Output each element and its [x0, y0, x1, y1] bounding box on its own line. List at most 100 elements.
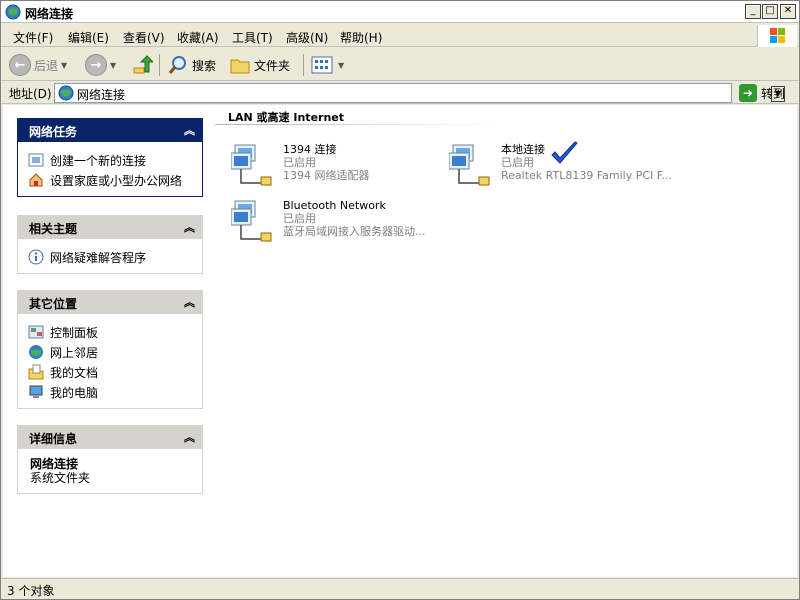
folders-button[interactable]: 文件夹 — [229, 52, 290, 78]
control-panel-icon — [28, 325, 44, 339]
details-panel: 详细信息 ︽ 网络连接 系统文件夹 — [17, 425, 203, 494]
connection-name: Bluetooth Network — [283, 199, 386, 212]
window-title: 网络连接 — [25, 7, 74, 21]
info-icon — [28, 249, 44, 265]
toolbar-separator — [303, 54, 304, 76]
place-my-documents[interactable]: 我的文档 — [28, 362, 196, 382]
panel-title: 相关主题 — [29, 222, 78, 236]
section-divider — [215, 124, 499, 125]
connection-device: Realtek RTL8139 Family PCI F... — [501, 169, 672, 182]
panel-title: 网络任务 — [29, 125, 78, 139]
task-label: 网上邻居 — [50, 345, 99, 360]
menu-file[interactable]: 文件(F) — [13, 29, 53, 46]
status-bar: 3 个对象 — [1, 578, 799, 599]
details-name: 网络连接 — [30, 457, 79, 471]
maximize-button[interactable]: □ — [762, 4, 778, 19]
folder-icon — [230, 59, 250, 74]
task-label: 网络疑难解答程序 — [50, 250, 147, 265]
task-label: 控制面板 — [50, 325, 99, 340]
close-button[interactable]: ✕ — [780, 4, 796, 19]
menu-help[interactable]: 帮助(H) — [340, 29, 382, 46]
task-label: 设置家庭或小型办公网络 — [50, 173, 183, 188]
network-globe-icon — [5, 4, 21, 20]
go-arrow-icon: ➜ — [739, 84, 757, 102]
address-value: 网络连接 — [77, 88, 126, 102]
task-troubleshooter[interactable]: 网络疑难解答程序 — [28, 247, 196, 267]
dropdown-arrow-icon[interactable]: ▼ — [110, 61, 116, 70]
network-globe-icon — [58, 85, 74, 101]
task-label: 我的电脑 — [50, 385, 99, 400]
menu-tools[interactable]: 工具(T) — [232, 29, 273, 46]
search-icon — [168, 56, 186, 74]
back-button[interactable]: ← 后退 ▼ — [9, 52, 67, 78]
menu-bar: 文件(F) 编辑(E) 查看(V) 收藏(A) 工具(T) 高级(N) 帮助(H… — [1, 25, 799, 47]
panel-title: 详细信息 — [29, 432, 78, 446]
connection-text: 本地连接 已启用 Realtek RTL8139 Family PCI F... — [501, 143, 701, 182]
explorer-window: 网络连接 _ □ ✕ 文件(F) 编辑(E) 查看(V) 收藏(A) 工具(T)… — [0, 0, 800, 600]
dropdown-arrow-icon[interactable]: ▼ — [61, 61, 67, 70]
menu-view[interactable]: 查看(V) — [123, 29, 165, 46]
connection-status: 已启用 — [283, 212, 316, 225]
connection-name: 本地连接 — [501, 143, 545, 156]
other-places-body: 控制面板 网上邻居 我的文档 我的电脑 — [17, 314, 203, 409]
collapse-chevron-icon[interactable]: ︽ — [184, 219, 195, 235]
folders-label: 文件夹 — [254, 58, 291, 73]
connection-text: Bluetooth Network 已启用 蓝牙局域网接入服务器驱动... — [283, 199, 483, 238]
search-button[interactable]: 搜索 — [167, 52, 216, 78]
new-connection-icon — [28, 153, 44, 167]
forward-button[interactable]: → ▼ — [85, 52, 116, 78]
place-my-computer[interactable]: 我的电脑 — [28, 382, 196, 402]
address-bar: 地址(D) 网络连接 ▼ ➜ 转到 — [1, 82, 799, 104]
other-places-panel: 其它位置 ︽ 控制面板 网上邻居 我的文档 我的电脑 — [17, 290, 203, 409]
network-connection-icon — [449, 144, 490, 186]
status-text: 3 个对象 — [7, 584, 55, 598]
network-tasks-header[interactable]: 网络任务 ︽ — [17, 118, 203, 142]
related-topics-panel: 相关主题 ︽ 网络疑难解答程序 — [17, 215, 203, 274]
connection-device: 蓝牙局域网接入服务器驱动... — [283, 225, 426, 238]
menu-advanced[interactable]: 高级(N) — [286, 29, 328, 46]
my-computer-icon — [29, 385, 43, 398]
connection-item-1394[interactable]: 1394 连接 已启用 1394 网络适配器 — [231, 143, 451, 191]
details-header[interactable]: 详细信息 ︽ — [17, 425, 203, 449]
network-neighborhood-icon — [29, 345, 43, 359]
my-documents-icon — [28, 364, 44, 380]
task-label: 创建一个新的连接 — [50, 153, 147, 168]
dropdown-arrow-icon: ▼ — [338, 60, 345, 70]
collapse-chevron-icon[interactable]: ︽ — [184, 294, 195, 310]
views-button[interactable]: ▼ — [311, 52, 344, 78]
search-label: 搜索 — [192, 58, 217, 73]
minimize-button[interactable]: _ — [745, 4, 761, 19]
task-create-connection[interactable]: 创建一个新的连接 — [28, 150, 196, 170]
other-places-header[interactable]: 其它位置 ︽ — [17, 290, 203, 314]
go-button[interactable]: ➜ 转到 — [739, 84, 785, 102]
home-network-icon — [29, 173, 43, 187]
back-arrow-icon: ← — [9, 54, 31, 76]
back-label: 后退 — [34, 58, 59, 73]
task-label: 我的文档 — [50, 365, 99, 380]
menu-edit[interactable]: 编辑(E) — [68, 29, 109, 46]
section-title: LAN 或高速 Internet — [228, 111, 345, 124]
collapse-chevron-icon[interactable]: ︽ — [184, 429, 195, 445]
toolbar-separator — [159, 54, 160, 76]
panel-title: 其它位置 — [29, 297, 78, 311]
place-control-panel[interactable]: 控制面板 — [28, 322, 196, 342]
connection-item-bluetooth[interactable]: Bluetooth Network 已启用 蓝牙局域网接入服务器驱动... — [231, 199, 451, 247]
menu-favorites[interactable]: 收藏(A) — [177, 29, 219, 46]
views-grid-icon — [311, 56, 333, 74]
title-bar[interactable]: 网络连接 _ □ ✕ — [1, 1, 799, 23]
up-arrow-icon — [133, 55, 153, 74]
place-network-neighborhood[interactable]: 网上邻居 — [28, 342, 196, 362]
network-tasks-panel: 网络任务 ︽ 创建一个新的连接 设置家庭或小型办公网络 — [17, 118, 203, 197]
content-area: 网络任务 ︽ 创建一个新的连接 设置家庭或小型办公网络 相关主题 ︽ 网络疑难解… — [3, 105, 797, 577]
go-label: 转到 — [761, 86, 786, 101]
connection-status: 已启用 — [501, 156, 534, 169]
address-input[interactable]: 网络连接 ▼ — [54, 83, 785, 103]
network-connection-icon — [231, 144, 272, 186]
related-topics-header[interactable]: 相关主题 ︽ — [17, 215, 203, 239]
forward-arrow-icon: → — [85, 54, 107, 76]
up-folder-button[interactable] — [131, 52, 153, 78]
network-tasks-body: 创建一个新的连接 设置家庭或小型办公网络 — [17, 142, 203, 197]
collapse-chevron-icon[interactable]: ︽ — [184, 122, 195, 138]
details-body: 网络连接 系统文件夹 — [17, 449, 203, 494]
task-setup-home-network[interactable]: 设置家庭或小型办公网络 — [28, 170, 196, 190]
